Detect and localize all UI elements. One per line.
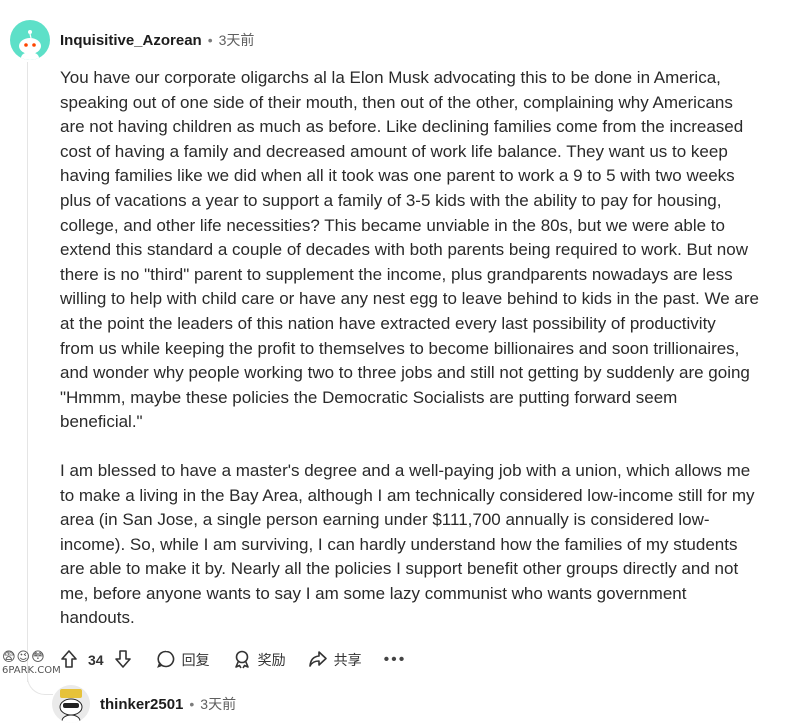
text-line: You have our corporate oligarchs al la E…: [60, 68, 721, 87]
separator-dot: •: [207, 32, 213, 48]
snoo-avatar-icon: [59, 689, 83, 723]
text-line: plus of vacations a year to support a fa…: [60, 190, 722, 210]
comment-paragraph-2: I am blessed to have a master's degree a…: [60, 459, 800, 631]
award-button[interactable]: 奖励: [232, 649, 286, 672]
separator-dot: •: [189, 696, 195, 712]
award-label: 奖励: [257, 652, 286, 668]
text-line: to make a living in the Bay Area, althou…: [60, 485, 755, 505]
more-icon: •••: [383, 651, 407, 668]
share-button[interactable]: 共享: [308, 649, 362, 672]
text-line: are not having children as much as befor…: [60, 117, 744, 137]
upvote-icon[interactable]: [60, 649, 78, 672]
comment-timestamp: 3天前: [218, 32, 255, 48]
text-line: willing to help with child care or have …: [60, 289, 759, 309]
text-line: me, before anyone wants to say I am some…: [60, 583, 687, 603]
comment-header: Inquisitive_Azorean • 3天前: [10, 20, 254, 60]
reply-label: 回复: [181, 652, 210, 668]
share-label: 共享: [333, 652, 362, 668]
comment-paragraph-1: You have our corporate oligarchs al la E…: [60, 66, 800, 435]
vote-group: 34: [60, 649, 132, 672]
text-line: speaking out of one side of their mouth,…: [60, 92, 733, 112]
reply-button[interactable]: 回复: [156, 649, 210, 672]
text-line: from us while keeping the profit to them…: [60, 338, 740, 358]
vote-count: 34: [88, 652, 104, 668]
text-line: at the point the leaders of this nation …: [60, 313, 716, 333]
text-line: and wonder why people working two to thr…: [60, 363, 750, 383]
thread-line: [27, 62, 28, 682]
text-line: "Hmmm, maybe these policies the Democrat…: [60, 387, 678, 407]
text-line: there is no "third" parent to supplement…: [60, 264, 733, 284]
reply-timestamp: 3天前: [200, 696, 237, 712]
text-line: income). So, while I am surviving, I can…: [60, 534, 738, 554]
more-options-button[interactable]: •••: [384, 651, 407, 669]
reply-username[interactable]: thinker2501: [100, 696, 183, 713]
reply-header: thinker2501 • 3天前: [52, 684, 236, 724]
text-line: beneficial.": [60, 412, 143, 432]
comment-body: You have our corporate oligarchs al la E…: [60, 66, 800, 631]
snoo-avatar-icon: [19, 30, 41, 60]
text-line: having families like we did when all it …: [60, 166, 735, 186]
text-line: cost of having a family and decreased am…: [60, 141, 728, 161]
text-line: I am blessed to have a master's degree a…: [60, 460, 751, 480]
text-line: extend this standard a couple of decades…: [60, 240, 748, 260]
comment-bubble-icon: [156, 649, 182, 672]
share-icon: [308, 649, 334, 672]
text-line: area (in San Jose, a single person earni…: [60, 510, 710, 530]
text-line: handouts.: [60, 608, 135, 628]
downvote-icon[interactable]: [114, 649, 132, 672]
award-icon: [232, 649, 258, 672]
comment-action-bar: 34 回复 奖励 共享 •••: [60, 646, 428, 674]
avatar[interactable]: [10, 20, 50, 60]
text-line: are able to make it by. Nearly all the p…: [60, 559, 739, 579]
text-line: college, and other life necessities? Thi…: [60, 215, 725, 235]
comment-username[interactable]: Inquisitive_Azorean: [60, 32, 202, 49]
avatar[interactable]: [52, 685, 90, 723]
